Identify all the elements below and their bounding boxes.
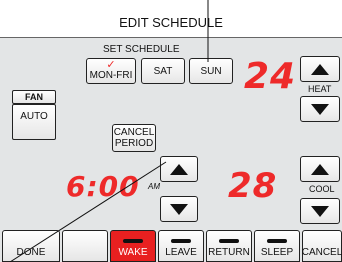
callout-line-bottom: [9, 161, 167, 262]
callout-lines: [9, 0, 209, 262]
thermostat-screen: EDIT SCHEDULE SET SCHEDULE ✓ MON-FRI SAT…: [0, 0, 342, 262]
